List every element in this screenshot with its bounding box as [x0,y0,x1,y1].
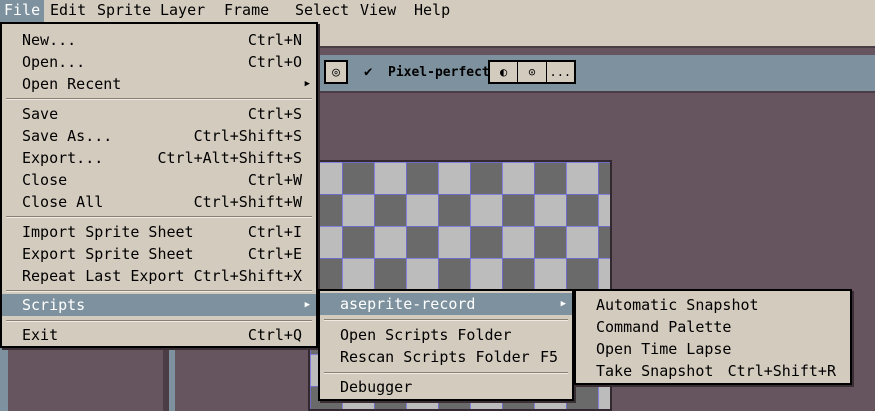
menu-item-shortcut: Ctrl+Shift+W [193,193,302,211]
menu-item-shortcut: Ctrl+N [247,31,302,49]
menu-help[interactable]: Help [410,0,454,22]
menu-item-shortcut: Ctrl+S [247,105,302,123]
menu-item-save[interactable]: Save Ctrl+S [2,103,316,125]
submenu-arrow-icon: ▶ [304,79,310,89]
menu-item-label: Scripts [22,296,86,314]
menu-item-open-time-lapse[interactable]: Open Time Lapse [576,338,850,360]
menu-item-new[interactable]: New... Ctrl+N [2,29,316,51]
menu-item-import-sprite-sheet[interactable]: Import Sprite Sheet Ctrl+I [2,221,316,243]
menu-item-label: Debugger [340,378,413,396]
menu-separator [6,98,312,100]
menu-item-shortcut: Ctrl+E [247,245,302,263]
menu-separator [324,319,568,321]
menu-item-label: Export Sprite Sheet [22,245,194,263]
stabilizer-icon: ◐ [500,65,508,79]
menu-item-shortcut: Ctrl+Shift+S [193,127,302,145]
scripts-submenu: aseprite-record ▶ Open Scripts Folder Re… [318,289,574,401]
menu-item-scripts[interactable]: Scripts ▶ [2,294,316,316]
menu-item-label: Export... [22,149,104,167]
main-menubar: File Edit Sprite Layer Frame Select View… [0,0,875,23]
menu-layer[interactable]: Layer [156,0,209,22]
file-menu: New... Ctrl+N Open... Ctrl+O Open Recent… [0,22,318,348]
menu-separator [6,216,312,218]
menu-item-label: Automatic Snapshot [596,296,759,314]
context-toolbar: ◎ ✔ Pixel-perfect ◐ ⊙ ... [318,55,875,93]
menu-item-export[interactable]: Export... Ctrl+Alt+Shift+S [2,147,316,169]
menu-item-close[interactable]: Close Ctrl+W [2,169,316,191]
menu-item-exit[interactable]: Exit Ctrl+Q [2,324,316,346]
menu-item-shortcut: F5 [539,348,558,366]
menu-item-label: Save As... [22,127,113,145]
tab-strip [318,22,875,48]
menu-item-label: Close All [22,193,104,211]
pixel-perfect-label: Pixel-perfect [388,65,490,80]
pixel-perfect-checkbox[interactable]: ✔ [364,64,372,80]
left-panel-inner [8,340,169,411]
menu-item-label: Open Scripts Folder [340,326,512,344]
menu-item-open-recent[interactable]: Open Recent ▶ [2,73,316,95]
menu-sprite[interactable]: Sprite [93,0,155,22]
menu-item-label: Import Sprite Sheet [22,223,194,241]
menu-item-shortcut: Ctrl+W [247,171,302,189]
menu-item-rescan-scripts-folder[interactable]: Rescan Scripts Folder F5 [320,346,572,368]
menu-item-command-palette[interactable]: Command Palette [576,316,850,338]
menu-item-label: Close [22,171,68,189]
menu-separator [6,290,312,292]
menu-frame[interactable]: Frame [220,0,273,22]
menu-item-label: Exit [22,326,59,344]
menu-item-label: Save [22,105,59,123]
menu-item-shortcut: Ctrl+Q [247,326,302,344]
menu-item-shortcut: Ctrl+Shift+R [727,362,836,380]
submenu-arrow-icon: ▶ [560,299,566,309]
menu-item-label: Take Snapshot [596,362,714,380]
menu-item-repeat-last-export[interactable]: Repeat Last Export Ctrl+Shift+X [2,265,316,287]
menu-item-aseprite-record[interactable]: aseprite-record ▶ [320,293,572,315]
menu-item-take-snapshot[interactable]: Take Snapshot Ctrl+Shift+R [576,360,850,382]
menu-item-save-as[interactable]: Save As... Ctrl+Shift+S [2,125,316,147]
menu-item-open[interactable]: Open... Ctrl+O [2,51,316,73]
menu-separator [324,372,568,374]
menu-file[interactable]: File [0,0,45,22]
menu-item-label: Open... [22,53,86,71]
menu-item-label: aseprite-record [340,295,476,313]
menu-item-label: Repeat Last Export [22,267,185,285]
menu-item-open-scripts-folder[interactable]: Open Scripts Folder [320,324,572,346]
menu-item-debugger[interactable]: Debugger [320,376,572,398]
menu-item-export-sprite-sheet[interactable]: Export Sprite Sheet Ctrl+E [2,243,316,265]
menu-view[interactable]: View [356,0,400,22]
left-panel [0,340,175,411]
menu-item-shortcut: Ctrl+I [247,223,302,241]
menu-item-label: Command Palette [596,318,732,336]
menu-item-label: Open Time Lapse [596,340,732,358]
menu-item-close-all[interactable]: Close All Ctrl+Shift+W [2,191,316,213]
menu-item-shortcut: Ctrl+Alt+Shift+S [157,149,303,167]
more-options-button[interactable]: ... [547,62,574,82]
tool-options-button[interactable]: ◎ [324,60,348,84]
stabilizer-button[interactable]: ◐ [490,62,519,82]
menu-item-automatic-snapshot[interactable]: Automatic Snapshot [576,294,850,316]
target-icon: ◎ [332,64,340,80]
menu-item-shortcut: Ctrl+Shift+X [193,267,302,285]
dynamics-button-group: ◐ ⊙ ... [488,60,576,84]
dynamics-button[interactable]: ⊙ [518,62,547,82]
menu-item-label: Rescan Scripts Folder [340,348,530,366]
menu-item-shortcut: Ctrl+O [247,53,302,71]
aseprite-record-submenu: Automatic Snapshot Command Palette Open … [574,289,852,385]
menu-edit[interactable]: Edit [46,0,90,22]
menu-select[interactable]: Select [291,0,353,22]
submenu-arrow-icon: ▶ [304,300,310,310]
dynamics-icon: ⊙ [528,65,536,79]
menu-item-label: New... [22,31,77,49]
menu-separator [6,320,312,322]
menu-item-label: Open Recent [22,75,122,93]
